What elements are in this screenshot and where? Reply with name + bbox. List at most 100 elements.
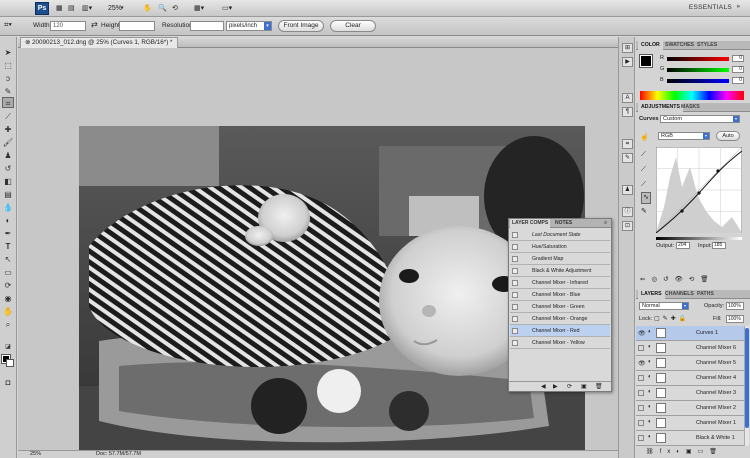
layer-name[interactable]: Black & White 1 xyxy=(696,435,735,441)
tab-masks[interactable]: MASKS xyxy=(678,103,703,112)
crop-tool-icon[interactable]: ⌗ xyxy=(2,97,14,108)
pencil-draw-icon[interactable]: ✎ xyxy=(641,204,651,219)
blue-ramp[interactable] xyxy=(667,79,729,83)
zoom-level[interactable]: 25% xyxy=(108,3,122,14)
status-doc-size[interactable]: Doc: 57.7M/57.7M xyxy=(96,451,141,458)
eyedropper-tool-icon[interactable]: ⟋ xyxy=(2,111,14,122)
layer-row[interactable]: ◐ Channel Mixer 4 xyxy=(636,371,744,386)
layer-comp-item[interactable]: Channel Mixer - Green xyxy=(510,301,610,313)
curves-graph[interactable] xyxy=(656,147,742,233)
resolution-units-select[interactable]: pixels/inch ▾ xyxy=(226,21,272,31)
visibility-box[interactable] xyxy=(638,420,644,426)
layer-comp-item[interactable]: Channel Mixer - Yellow xyxy=(510,337,610,349)
layer-comp-item[interactable]: Channel Mixer - Blue xyxy=(510,289,610,301)
green-value[interactable]: 0 xyxy=(732,66,744,73)
layer-name[interactable]: Curves 1 xyxy=(696,330,718,336)
navigator-panel-icon[interactable]: ⊡ xyxy=(622,221,633,231)
clone-stamp-tool-icon[interactable]: ♟ xyxy=(2,150,14,161)
comp-checkbox[interactable] xyxy=(512,316,518,322)
move-tool-icon[interactable]: ➤ xyxy=(2,47,14,58)
next-comp-icon[interactable]: ▶ xyxy=(553,382,558,392)
tab-swatches[interactable]: SWATCHES xyxy=(662,41,697,50)
curves-channel-select[interactable]: RGB ▾ xyxy=(658,132,710,140)
comp-checkbox[interactable] xyxy=(512,328,518,334)
crop-tool-preset-icon[interactable]: ⌗▾ xyxy=(4,20,12,30)
color-spectrum-ramp[interactable] xyxy=(640,91,744,100)
green-slider[interactable]: G 0 xyxy=(660,66,744,73)
quick-selection-tool-icon[interactable]: ✎ xyxy=(2,86,14,97)
quick-mask-icon[interactable]: ◘ xyxy=(2,377,14,388)
tab-layer-comps[interactable]: LAYER COMPS xyxy=(510,219,551,228)
front-image-button[interactable]: Front Image xyxy=(278,20,324,32)
layer-row[interactable]: ◐ Channel Mixer 3 xyxy=(636,386,744,401)
curve-point-tool-icon[interactable]: ∿ xyxy=(641,192,651,204)
layer-name[interactable]: Channel Mixer 5 xyxy=(696,360,736,366)
comp-checkbox[interactable] xyxy=(512,340,518,346)
blue-slider[interactable]: B 0 xyxy=(660,77,744,84)
visibility-box[interactable] xyxy=(638,435,644,441)
gray-point-eyedropper-icon[interactable]: ⟋ xyxy=(641,162,651,177)
layer-row[interactable]: 👁 ◐ Channel Mixer 5 xyxy=(636,356,744,371)
black-point-eyedropper-icon[interactable]: ⟋ xyxy=(641,147,651,162)
layer-comp-item[interactable]: Channel Mixer - Infrared xyxy=(510,277,610,289)
document-tab[interactable]: ⊗ 20090213_012.dng @ 25% (Curves 1, RGB/… xyxy=(20,37,178,48)
minibridge-icon[interactable]: ▤ xyxy=(68,3,75,14)
pen-tool-icon[interactable]: ✒ xyxy=(2,228,14,239)
comp-checkbox[interactable] xyxy=(512,244,518,250)
lock-options-icons[interactable]: ▢✎✚🔒 xyxy=(654,315,689,322)
layer-name[interactable]: Channel Mixer 6 xyxy=(696,345,736,351)
layer-row[interactable]: ◐ Channel Mixer 6 xyxy=(636,341,744,356)
close-icon[interactable]: ⊗ xyxy=(25,39,32,46)
tab-paths[interactable]: PATHS xyxy=(694,290,717,299)
eye-icon[interactable]: 👁 xyxy=(638,330,646,337)
shape-tool-icon[interactable]: ▭ xyxy=(2,267,14,278)
visibility-box[interactable] xyxy=(638,405,644,411)
background-color-swatch[interactable] xyxy=(6,359,14,367)
character-panel-icon[interactable]: A xyxy=(622,93,633,103)
zoom-tool-icon[interactable]: 🔍 xyxy=(158,3,167,14)
auto-button[interactable]: Auto xyxy=(716,131,740,141)
workspace-arrow-icon[interactable]: » xyxy=(737,4,740,10)
tab-styles[interactable]: STYLES xyxy=(694,41,720,50)
tab-layers[interactable]: LAYERS xyxy=(638,290,665,299)
gradient-tool-icon[interactable]: ▤ xyxy=(2,189,14,200)
clear-button[interactable]: Clear xyxy=(330,20,376,32)
type-tool-icon[interactable]: T xyxy=(2,241,14,252)
hand-tool-icon[interactable]: ✋ xyxy=(2,306,14,317)
layer-name[interactable]: Channel Mixer 3 xyxy=(696,390,736,396)
layer-name[interactable]: Channel Mixer 2 xyxy=(696,405,736,411)
marquee-tool-icon[interactable]: ⬚ xyxy=(2,60,14,71)
layer-comp-item[interactable]: Hue/Saturation xyxy=(510,241,610,253)
delete-comp-icon[interactable]: 🗑 xyxy=(595,382,603,392)
resolution-field[interactable] xyxy=(190,21,224,31)
comp-checkbox[interactable] xyxy=(512,292,518,298)
layer-comp-item-selected[interactable]: Channel Mixer - Red xyxy=(510,325,610,337)
eraser-tool-icon[interactable]: ◧ xyxy=(2,176,14,187)
brush-tool-icon[interactable]: 🖌 xyxy=(2,137,14,148)
previous-comp-icon[interactable]: ◀ xyxy=(541,382,546,392)
layer-row[interactable]: ◐ Channel Mixer 1 xyxy=(636,416,744,431)
layers-footer-icons[interactable]: ⛓fx◐▣▭🗑 xyxy=(646,448,746,457)
layer-comp-item[interactable]: Channel Mixer - Orange xyxy=(510,313,610,325)
blue-value[interactable]: 0 xyxy=(732,77,744,84)
3d-camera-tool-icon[interactable]: ◉ xyxy=(2,293,14,304)
brushes-panel-icon[interactable]: ✎ xyxy=(622,153,633,163)
blur-tool-icon[interactable]: 💧 xyxy=(2,202,14,213)
comp-checkbox[interactable] xyxy=(512,304,518,310)
visibility-box[interactable] xyxy=(638,345,644,351)
comp-checkbox[interactable] xyxy=(512,280,518,286)
dodge-tool-icon[interactable]: ◐ xyxy=(2,215,14,226)
default-colors-icon[interactable]: ◪ xyxy=(2,342,14,353)
blend-mode-select[interactable]: Normal ▾ xyxy=(639,302,689,310)
visibility-box[interactable] xyxy=(638,390,644,396)
history-brush-tool-icon[interactable]: ↺ xyxy=(2,163,14,174)
panel-menu-icon[interactable]: ≡ xyxy=(602,219,609,228)
paragraph-panel-icon[interactable]: ¶ xyxy=(622,107,633,117)
bridge-icon[interactable]: ▦ xyxy=(56,3,63,14)
rotate-view-icon[interactable]: ⟲ xyxy=(172,3,178,14)
input-field[interactable]: 185 xyxy=(712,242,726,249)
tab-channels[interactable]: CHANNELS xyxy=(662,290,697,299)
lasso-tool-icon[interactable]: ↄ xyxy=(2,73,14,84)
green-ramp[interactable] xyxy=(667,68,729,72)
red-ramp[interactable] xyxy=(667,57,729,61)
